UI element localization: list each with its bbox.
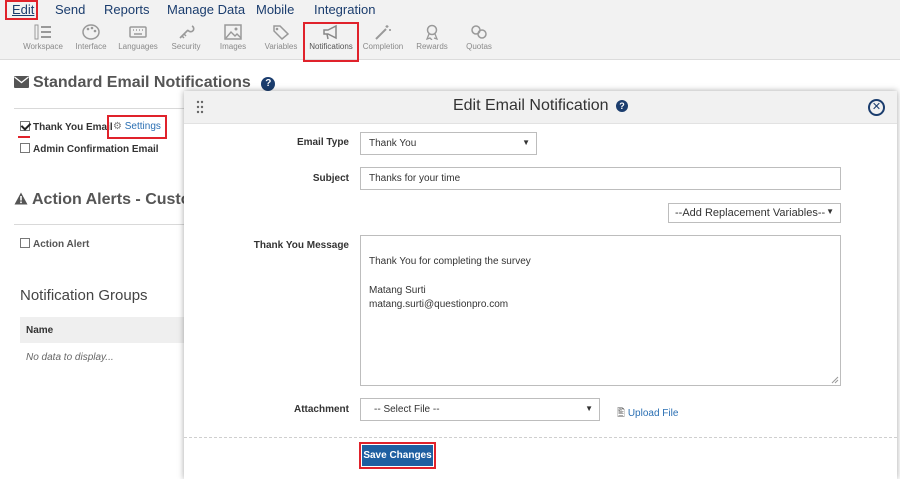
action-alert-label: Action Alert xyxy=(33,239,90,250)
rewards-icon xyxy=(425,24,439,40)
settings-label: Settings xyxy=(124,121,161,132)
help-icon[interactable]: ? xyxy=(616,100,629,112)
attachment-label: Attachment xyxy=(293,404,349,415)
menu-send[interactable]: Send xyxy=(55,2,85,17)
toolbar-label: Security xyxy=(171,42,201,51)
toolbar-label: Workspace xyxy=(23,42,63,51)
toolbar-notifications[interactable]: Notifications xyxy=(308,20,354,60)
top-menu: Edit Send Reports Manage Data Mobile Int… xyxy=(0,0,900,20)
admin-email-checkbox[interactable] xyxy=(20,143,30,153)
menu-mobile[interactable]: Mobile xyxy=(256,2,294,17)
admin-email-row: Admin Confirmation Email xyxy=(20,143,159,155)
toolbar-label: Quotas xyxy=(466,42,492,51)
toolbar-completion[interactable]: Completion xyxy=(360,20,406,60)
toolbar: Workspace Interface Languages Security I… xyxy=(0,20,900,60)
close-icon[interactable]: ✕ xyxy=(868,99,885,116)
thank-you-email-checkbox[interactable] xyxy=(20,121,30,131)
menu-manage-data[interactable]: Manage Data xyxy=(167,2,245,17)
attachment-select[interactable]: -- Select File -- ▼ xyxy=(360,398,600,421)
name-column-header[interactable]: Name xyxy=(20,317,190,343)
email-type-value: Thank You xyxy=(369,138,417,149)
subject-label: Subject xyxy=(312,173,349,184)
toolbar-label: Languages xyxy=(118,42,158,51)
resize-grip-icon[interactable] xyxy=(831,376,839,384)
admin-email-label: Admin Confirmation Email xyxy=(33,144,159,155)
gear-icon: ⚙ xyxy=(113,121,122,132)
megaphone-icon xyxy=(323,24,337,40)
toolbar-workspace[interactable]: Workspace xyxy=(20,20,66,60)
email-type-select[interactable]: Thank You ▼ xyxy=(360,132,537,155)
divider xyxy=(14,108,184,109)
toolbar-label: Rewards xyxy=(416,42,448,51)
envelope-icon xyxy=(14,76,29,88)
replacement-variables-value: --Add Replacement Variables-- xyxy=(675,207,826,219)
warning-icon xyxy=(14,192,28,205)
message-textarea[interactable]: Thank You for completing the survey Mata… xyxy=(360,235,841,386)
image-icon xyxy=(224,24,242,40)
keyboard-icon xyxy=(129,26,147,38)
message-label: Thank You Message xyxy=(253,240,349,251)
red-underline-mark xyxy=(18,136,30,138)
standard-notifications-heading: Standard Email Notifications ? xyxy=(14,74,276,92)
thank-you-email-label: Thank You Email xyxy=(33,122,113,133)
toolbar-label: Completion xyxy=(362,42,404,51)
file-icon: 🖺 xyxy=(617,408,626,419)
action-alert-checkbox[interactable] xyxy=(20,238,30,248)
magic-wand-icon xyxy=(375,25,391,40)
dropdown-arrow-icon: ▼ xyxy=(522,138,530,147)
dialog-header: Edit Email Notification ? ✕ xyxy=(184,91,897,124)
subject-value: Thanks for your time xyxy=(369,173,461,184)
edit-email-notification-dialog: Edit Email Notification ? ✕ Email Type T… xyxy=(184,91,897,479)
action-alert-row: Action Alert xyxy=(20,238,89,250)
dialog-title: Edit Email Notification ? xyxy=(184,97,897,115)
upload-file-label: Upload File xyxy=(627,408,679,419)
dropdown-arrow-icon: ▼ xyxy=(585,404,593,413)
dialog-footer-divider xyxy=(184,437,897,438)
attachment-value: -- Select File -- xyxy=(374,404,440,415)
toolbar-variables[interactable]: Variables xyxy=(258,20,304,60)
menu-edit[interactable]: Edit xyxy=(12,2,34,17)
toolbar-images[interactable]: Images xyxy=(210,20,256,60)
dialog-title-text: Edit Email Notification xyxy=(452,97,609,114)
message-value: Thank You for completing the survey Mata… xyxy=(369,255,531,311)
toolbar-languages[interactable]: Languages xyxy=(115,20,161,60)
replacement-variables-select[interactable]: --Add Replacement Variables-- ▼ xyxy=(668,203,841,223)
tag-icon xyxy=(273,25,290,40)
toolbar-quotas[interactable]: Quotas xyxy=(456,20,502,60)
dropdown-arrow-icon: ▼ xyxy=(826,207,834,216)
notification-groups-title: Notification Groups xyxy=(20,287,148,304)
toolbar-label: Images xyxy=(219,42,247,51)
divider xyxy=(14,224,184,225)
standard-notifications-title: Standard Email Notifications xyxy=(33,74,251,91)
quotas-icon xyxy=(471,25,487,39)
settings-link[interactable]: ⚙ Settings xyxy=(113,121,161,132)
save-changes-button[interactable]: Save Changes xyxy=(359,442,436,469)
menu-integration[interactable]: Integration xyxy=(314,2,375,17)
lock-icon xyxy=(179,25,195,39)
toolbar-label: Variables xyxy=(264,42,298,51)
toolbar-label: Interface xyxy=(75,42,107,51)
toolbar-security[interactable]: Security xyxy=(163,20,209,60)
subject-input[interactable]: Thanks for your time xyxy=(360,167,841,190)
help-icon[interactable]: ? xyxy=(261,77,276,91)
toolbar-label: Notifications xyxy=(309,42,353,51)
palette-icon xyxy=(82,24,100,40)
menu-reports[interactable]: Reports xyxy=(104,2,150,17)
workspace-icon xyxy=(34,24,51,40)
thank-you-email-row: Thank You Email xyxy=(20,121,113,133)
upload-file-link[interactable]: 🖺 Upload File xyxy=(617,406,678,423)
toolbar-rewards[interactable]: Rewards xyxy=(409,20,455,60)
toolbar-interface[interactable]: Interface xyxy=(68,20,114,60)
email-type-label: Email Type xyxy=(296,137,349,148)
no-data-text: No data to display... xyxy=(26,352,114,363)
